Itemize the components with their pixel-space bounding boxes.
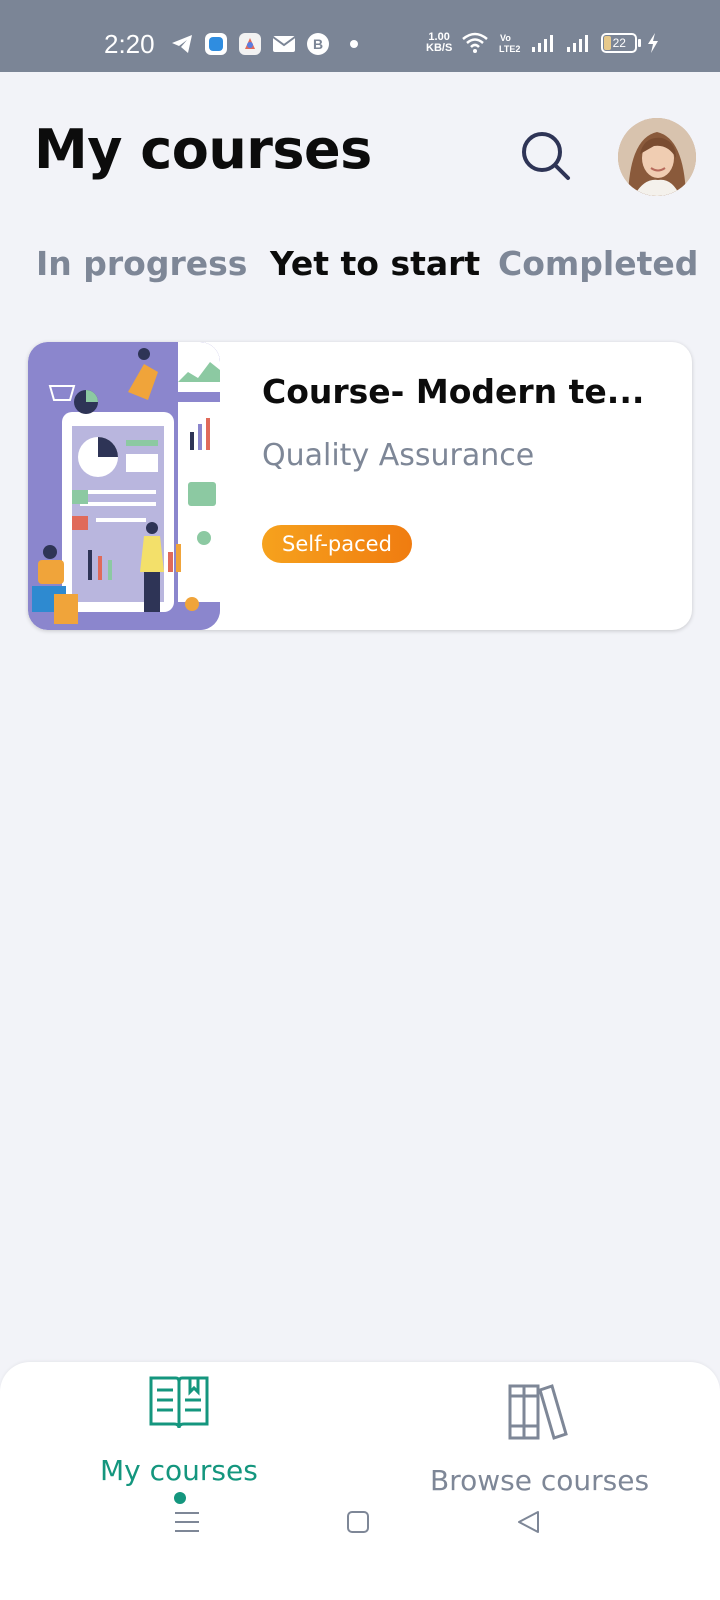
signal-icon-2: [567, 35, 589, 52]
user-avatar: [618, 118, 696, 196]
nav-my-courses-label: My courses: [100, 1454, 258, 1487]
course-thumbnail: [28, 342, 220, 630]
mail-icon: [272, 36, 296, 52]
svg-text:LTE2: LTE2: [499, 44, 520, 54]
books-icon: [508, 1384, 568, 1440]
svg-text:B: B: [313, 36, 323, 52]
telegram-icon: [172, 35, 192, 53]
tab-yet-to-start[interactable]: Yet to start: [270, 244, 480, 283]
status-bar: 2:20 B 1.00 KB/S Vo LTE2 22: [0, 0, 720, 72]
net-speed-unit: KB/S: [426, 42, 453, 54]
signal-icon: [532, 35, 554, 52]
dot-icon: [350, 40, 358, 48]
course-card[interactable]: Course- Modern te... Quality Assurance S…: [28, 342, 692, 630]
app-icon: [205, 33, 227, 55]
nav-my-courses[interactable]: My courses: [90, 1362, 270, 1504]
course-tabs: In progress Yet to start Completed: [0, 244, 720, 292]
svg-text:Vo: Vo: [500, 33, 511, 43]
course-illustration: [28, 342, 220, 630]
charging-icon: [648, 33, 659, 53]
course-title: Course- Modern te...: [262, 372, 645, 411]
active-indicator-dot: [174, 1492, 186, 1504]
notification-icons: B: [170, 32, 364, 56]
menu-icon[interactable]: [174, 1510, 200, 1534]
search-button[interactable]: [520, 128, 576, 184]
system-status-icons: 1.00 KB/S Vo LTE2 22: [426, 32, 660, 54]
course-subtitle: Quality Assurance: [262, 438, 535, 473]
bottom-navigation: My courses Browse courses: [0, 1362, 720, 1600]
status-time: 2:20: [104, 29, 155, 59]
tab-in-progress[interactable]: In progress: [36, 244, 247, 283]
open-book-icon: [149, 1376, 209, 1429]
wifi-icon: [462, 32, 489, 53]
tab-completed[interactable]: Completed: [498, 244, 698, 283]
b-icon: B: [307, 33, 329, 55]
avatar[interactable]: [618, 118, 696, 196]
search-icon: [522, 132, 570, 180]
nav-browse-courses-label: Browse courses: [430, 1464, 650, 1497]
nav-browse-courses[interactable]: Browse courses: [420, 1362, 660, 1502]
home-icon[interactable]: [346, 1510, 370, 1534]
back-icon[interactable]: [516, 1510, 540, 1534]
self-paced-badge: Self-paced: [262, 525, 412, 563]
battery-icon: 22: [601, 33, 642, 53]
volte-icon: VoLTE2: [499, 33, 520, 54]
app-icon-2: [239, 33, 261, 55]
network-speed: 1.00 KB/S: [426, 32, 452, 54]
page-title: My courses: [34, 118, 372, 181]
